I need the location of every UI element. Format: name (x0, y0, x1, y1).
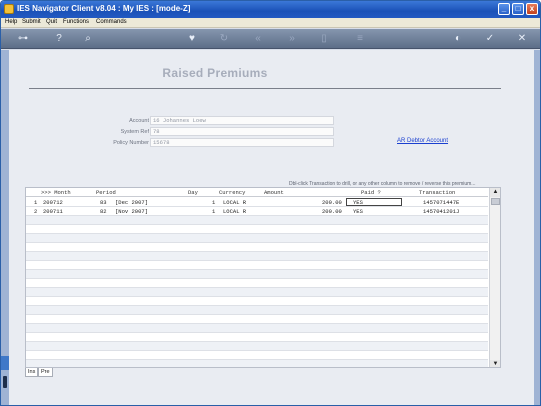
vertical-scrollbar[interactable]: ▲ ▼ (489, 188, 500, 367)
column-day[interactable]: Day (188, 189, 198, 196)
premiums-grid: >>> Month Period Day Currency Amount Pai… (25, 187, 501, 368)
empty-row (26, 279, 488, 288)
account-label: Account (129, 118, 149, 124)
column-currency[interactable]: Currency (219, 189, 245, 196)
empty-row (26, 234, 488, 243)
tab-pre[interactable]: Pre (38, 368, 53, 377)
page-title: Raised Premiums (162, 66, 268, 80)
empty-row (26, 351, 488, 360)
row-number: 2 (34, 208, 38, 215)
empty-row (26, 333, 488, 342)
scroll-thumb[interactable] (491, 198, 500, 205)
fast-forward-icon[interactable]: » (285, 32, 299, 46)
toolbar: ⊶ ? ⌕ ♥ ↻ « » ▯ ≡ ◐ ✓ ✕ (1, 29, 540, 49)
paid-field[interactable]: YES (346, 198, 402, 206)
header-divider (29, 88, 501, 89)
account-field[interactable]: 16 Johannes Loew (150, 116, 334, 125)
list-icon[interactable]: ≡ (353, 32, 367, 46)
refresh-icon[interactable]: ↻ (217, 32, 231, 46)
empty-row (26, 270, 488, 279)
empty-row (26, 324, 488, 333)
globe-icon[interactable]: ◐ (451, 32, 465, 46)
cell-day[interactable]: 1 (212, 208, 215, 215)
right-sidebar (534, 50, 540, 405)
table-row[interactable]: 1 200712 83 [Dec 2007] 1 LOCAL R 200.00 … (26, 198, 488, 207)
system-ref-label: System Ref (120, 129, 149, 135)
menu-functions[interactable]: Functions (63, 19, 89, 25)
cell-amount[interactable]: 200.00 (322, 208, 342, 215)
scroll-up-arrow-icon[interactable]: ▲ (490, 188, 500, 197)
cell-month[interactable]: 200712 (43, 199, 63, 206)
sidebar-tab[interactable] (1, 356, 9, 370)
cell-paid[interactable]: YES (353, 208, 363, 215)
empty-row (26, 297, 488, 306)
column-transaction[interactable]: Transaction (419, 189, 455, 196)
cell-day[interactable]: 1 (212, 199, 215, 206)
rewind-icon[interactable]: « (251, 32, 265, 46)
close-window-button[interactable]: x (526, 3, 538, 15)
cell-transaction[interactable]: 1457071447E (423, 199, 459, 206)
app-logo-icon (4, 4, 14, 14)
menu-submit[interactable]: Submit (22, 19, 41, 25)
cell-month[interactable]: 200711 (43, 208, 63, 215)
column-paid[interactable]: Paid ? (361, 189, 381, 196)
empty-row (26, 315, 488, 324)
cell-transaction[interactable]: 1457041201J (423, 208, 459, 215)
document-icon[interactable]: ▯ (317, 32, 331, 46)
empty-row (26, 243, 488, 252)
heart-icon[interactable]: ♥ (185, 32, 199, 46)
policy-number-label: Policy Number (113, 140, 149, 146)
empty-row (26, 360, 488, 367)
grid-body: 1 200712 83 [Dec 2007] 1 LOCAL R 200.00 … (26, 198, 488, 367)
empty-row (26, 252, 488, 261)
cell-currency[interactable]: LOCAL R (223, 208, 246, 215)
cell-period-number[interactable]: 83 (100, 199, 107, 206)
cell-period[interactable]: [Dec 2007] (115, 199, 148, 206)
column-month[interactable]: >>> Month (41, 189, 71, 196)
empty-row (26, 225, 488, 234)
empty-row (26, 342, 488, 351)
left-sidebar (1, 50, 9, 405)
main-content: Raised Premiums Account 16 Johannes Loew… (9, 50, 534, 405)
menu-commands[interactable]: Commands (96, 19, 127, 25)
sidebar-handle[interactable] (3, 376, 7, 388)
key-icon[interactable]: ⊶ (13, 32, 33, 46)
tab-ins[interactable]: Ins (25, 368, 39, 377)
menu-help[interactable]: Help (5, 19, 17, 25)
empty-row (26, 216, 488, 225)
table-row[interactable]: 2 200711 82 [Nov 2007] 1 LOCAL R 200.00 … (26, 207, 488, 216)
window-title: IES Navigator Client v8.04 : My IES : [m… (17, 4, 191, 13)
grid-header: >>> Month Period Day Currency Amount Pai… (26, 188, 488, 197)
check-icon[interactable]: ✓ (483, 32, 497, 46)
page-header: Raised Premiums (9, 50, 534, 92)
minimize-button[interactable]: _ (498, 3, 510, 15)
cell-currency[interactable]: LOCAL R (223, 199, 246, 206)
row-number: 1 (34, 199, 38, 206)
policy-number-field[interactable]: 15678 (150, 138, 334, 147)
help-icon[interactable]: ? (52, 32, 66, 46)
empty-row (26, 261, 488, 270)
app-window: IES Navigator Client v8.04 : My IES : [m… (0, 0, 541, 406)
close-icon[interactable]: ✕ (515, 32, 529, 46)
cell-amount[interactable]: 200.00 (322, 199, 342, 206)
cell-period[interactable]: [Nov 2007] (115, 208, 148, 215)
column-period[interactable]: Period (96, 189, 116, 196)
title-bar: IES Navigator Client v8.04 : My IES : [m… (1, 1, 540, 18)
empty-row (26, 288, 488, 297)
search-icon[interactable]: ⌕ (81, 32, 95, 46)
empty-row (26, 306, 488, 315)
scroll-down-arrow-icon[interactable]: ▼ (490, 360, 500, 367)
system-ref-field[interactable]: 78 (150, 127, 334, 136)
menu-bar: Help Submit Quit Functions Commands (1, 18, 540, 28)
menu-quit[interactable]: Quit (46, 19, 57, 25)
ar-debtor-account-link[interactable]: AR Debtor Account (397, 138, 448, 144)
cell-period-number[interactable]: 82 (100, 208, 107, 215)
column-amount[interactable]: Amount (264, 189, 284, 196)
maximize-button[interactable]: □ (512, 3, 524, 15)
cell-paid[interactable]: YES (353, 199, 363, 206)
